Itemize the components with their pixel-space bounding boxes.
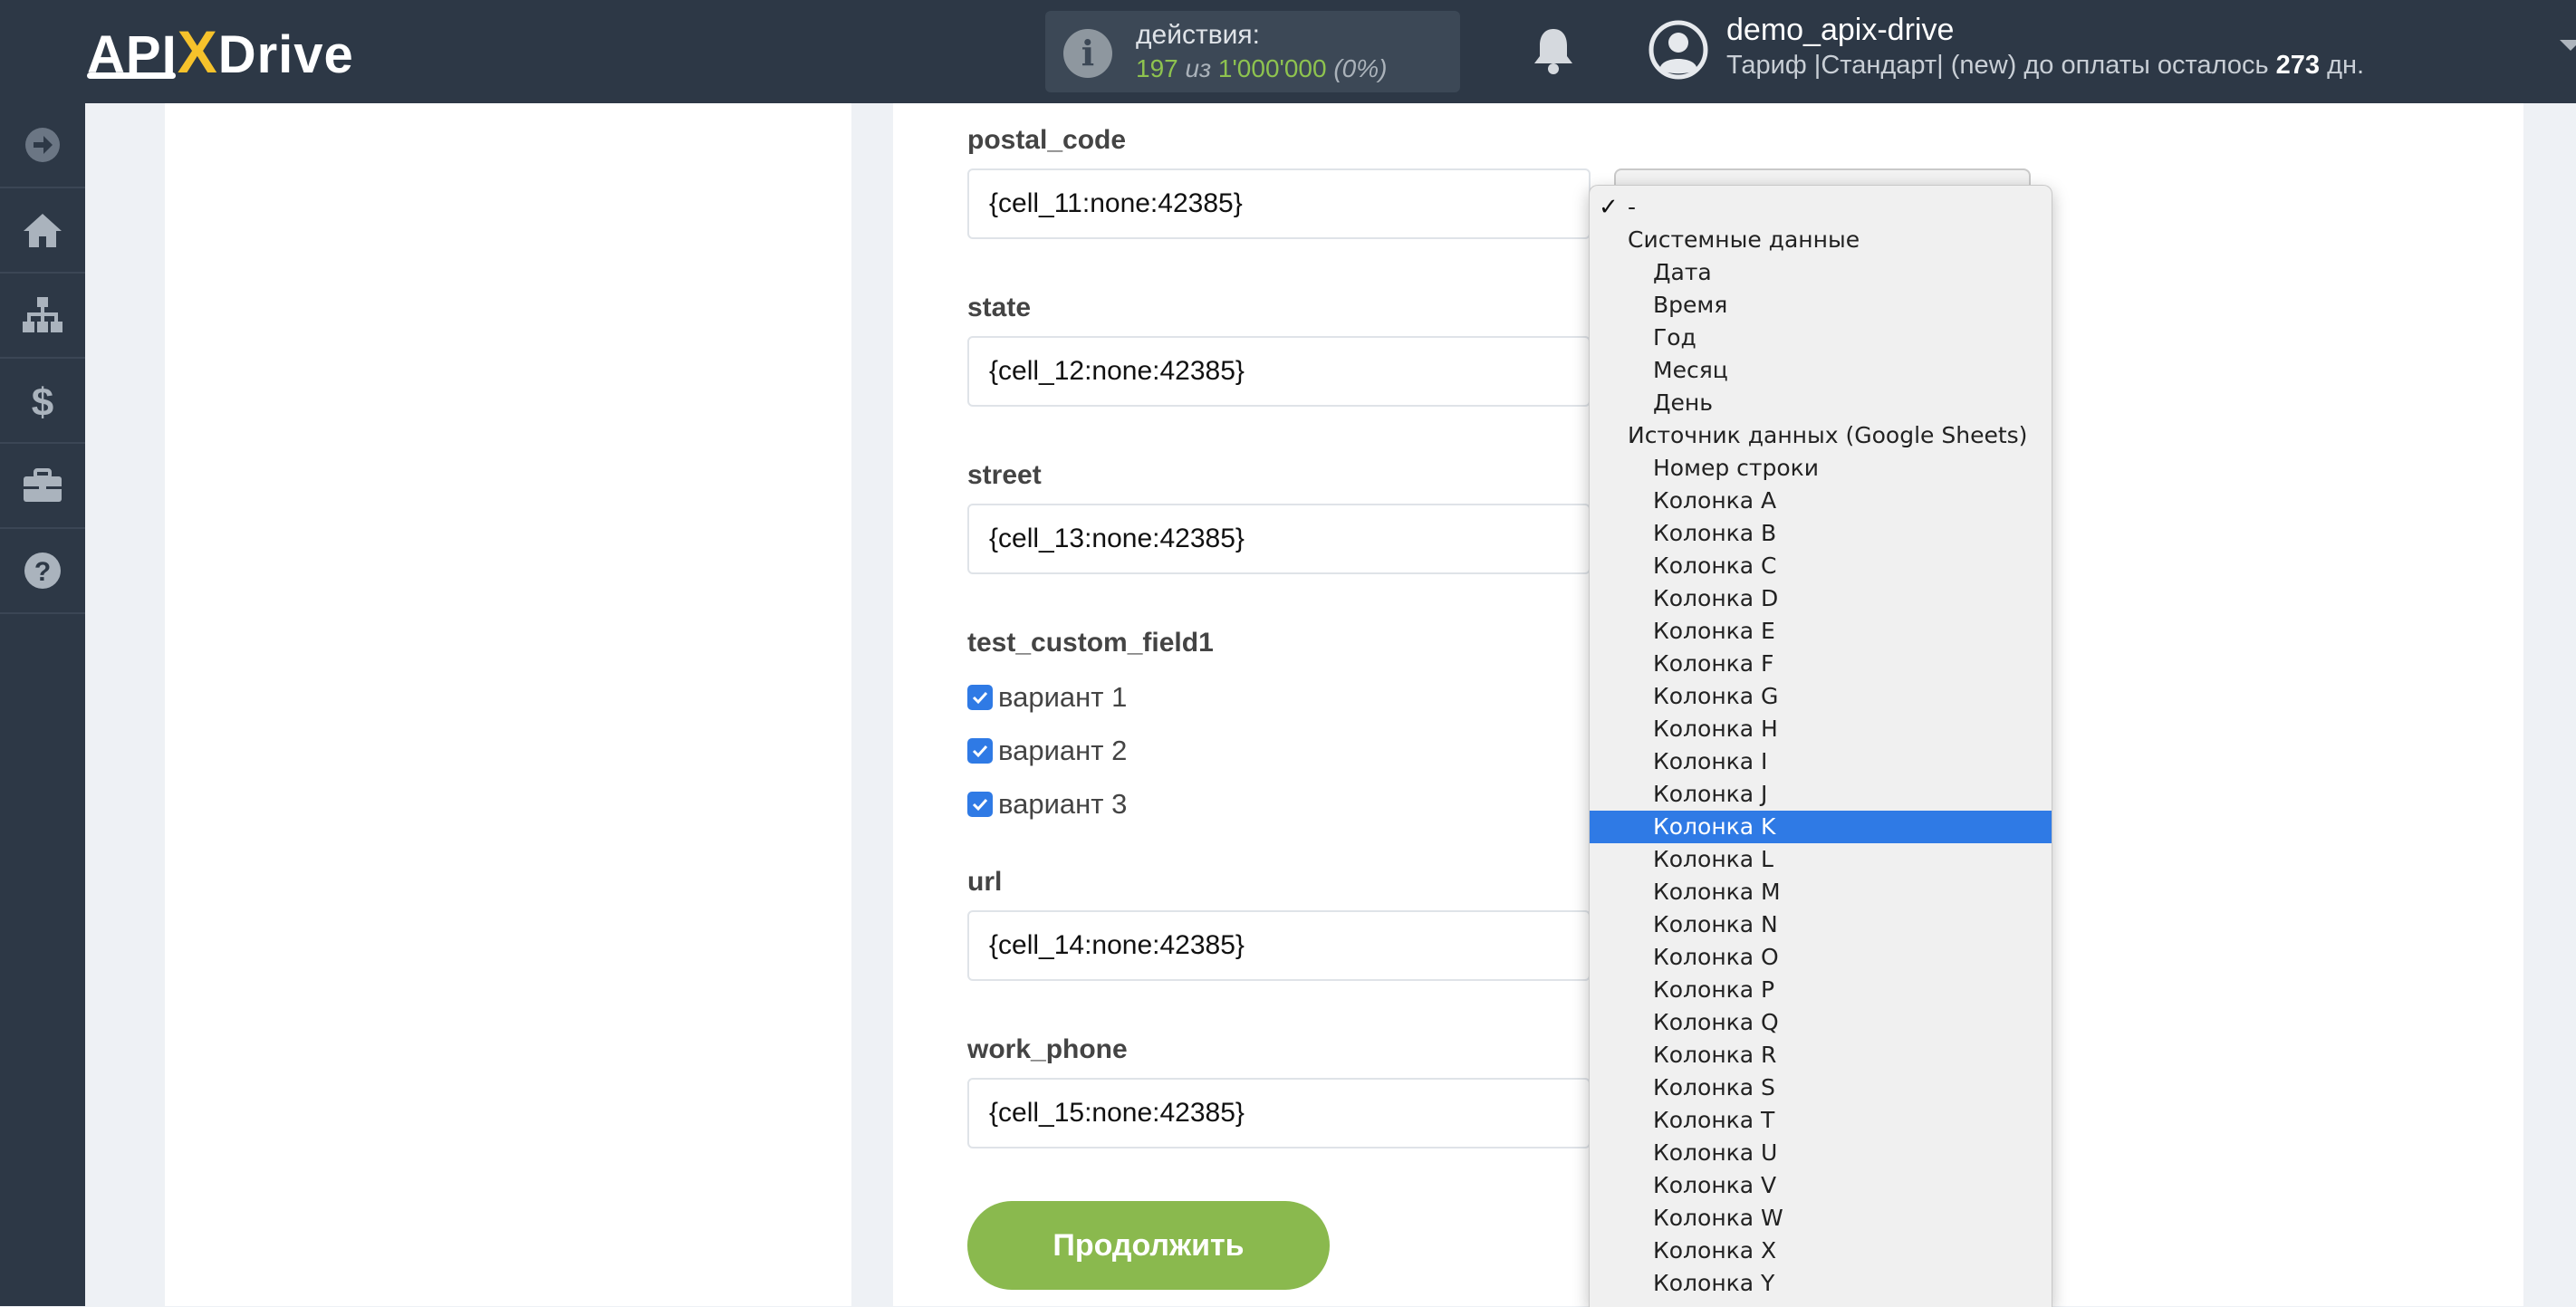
field-label-custom-field: test_custom_field1 [967, 628, 1214, 658]
sitemap-icon [23, 297, 62, 332]
tariff-days-unit: дн. [2327, 51, 2365, 80]
dropdown-option[interactable]: День [1590, 387, 2052, 419]
dropdown-option[interactable]: Колонка B [1590, 517, 2052, 550]
dropdown-option[interactable]: Номер строки [1590, 452, 2052, 485]
check-icon [972, 745, 988, 758]
continue-button[interactable]: Продолжить [967, 1201, 1330, 1290]
dropdown-option[interactable]: Колонка X [1590, 1235, 2052, 1267]
field-label-street: street [967, 460, 1042, 490]
sidebar-item-billing[interactable]: $ [0, 359, 85, 444]
dropdown-option[interactable]: Колонка D [1590, 582, 2052, 615]
svg-text:?: ? [34, 557, 51, 587]
actions-total: 1'000'000 [1217, 54, 1327, 82]
actions-of: из [1185, 54, 1212, 82]
sidebar-item-help[interactable]: ? [0, 529, 85, 614]
check-icon [972, 691, 988, 705]
dropdown-option[interactable]: Колонка E [1590, 615, 2052, 648]
option-label-3: вариант 3 [998, 788, 1128, 820]
dropdown-item-none[interactable]: ✓ - [1590, 191, 2052, 224]
actions-percent: (0%) [1333, 54, 1388, 82]
dropdown-option[interactable]: Колонка M [1590, 876, 2052, 908]
bell-icon[interactable] [1531, 25, 1576, 76]
url-input[interactable]: {cell_14:none:42385} [967, 910, 1591, 981]
chevron-down-icon[interactable] [2560, 40, 2576, 51]
dropdown-option[interactable]: Колонка V [1590, 1169, 2052, 1202]
dropdown-option[interactable]: Колонка J [1590, 778, 2052, 811]
dropdown-option[interactable]: Год [1590, 322, 2052, 354]
top-header: APIXDrive i действия: 197 из 1'000'000 (… [0, 0, 2576, 103]
sidebar-item-toggle[interactable] [0, 103, 85, 188]
dropdown-option[interactable]: Колонка F [1590, 648, 2052, 680]
dropdown-option[interactable]: Колонка U [1590, 1137, 2052, 1169]
work-phone-input[interactable]: {cell_15:none:42385} [967, 1078, 1591, 1148]
source-dropdown-list[interactable]: ✓ - Системные данные Дата Время Год Меся… [1589, 185, 2052, 1307]
sidebar: $ ? [0, 103, 85, 1306]
option-label-2: вариант 2 [998, 735, 1128, 766]
dropdown-option-highlighted[interactable]: Колонка K [1590, 811, 2052, 843]
dropdown-option[interactable]: Колонка R [1590, 1039, 2052, 1072]
dropdown-option[interactable]: Колонка Y [1590, 1267, 2052, 1300]
dropdown-option[interactable]: Колонка G [1590, 680, 2052, 713]
checkbox-option-1[interactable] [967, 685, 993, 710]
tariff-info: Тариф |Стандарт| (new) до оплаты осталос… [1726, 51, 2364, 81]
dropdown-option[interactable]: Колонка A [1590, 485, 2052, 517]
dropdown-option[interactable]: Колонка P [1590, 974, 2052, 1006]
dropdown-option[interactable]: Колонка N [1590, 908, 2052, 941]
checkmark-icon: ✓ [1599, 194, 1619, 221]
user-avatar-icon[interactable] [1648, 20, 1708, 80]
option-label-1: вариант 1 [998, 681, 1128, 713]
dropdown-option[interactable]: Месяц [1590, 354, 2052, 387]
dropdown-option[interactable]: Колонка Q [1590, 1006, 2052, 1039]
field-label-postal-code: postal_code [967, 125, 1127, 155]
dropdown-option[interactable]: Колонка S [1590, 1072, 2052, 1104]
actions-used: 197 [1136, 54, 1178, 82]
dropdown-option[interactable]: Время [1590, 289, 2052, 322]
actions-label: действия: [1136, 20, 1260, 50]
sidebar-item-home[interactable] [0, 188, 85, 274]
dropdown-option[interactable]: Колонка C [1590, 550, 2052, 582]
dollar-icon: $ [32, 380, 53, 421]
home-icon [24, 214, 62, 247]
logo-suffix: Drive [217, 25, 354, 84]
postal-code-input[interactable]: {cell_11:none:42385} [967, 168, 1591, 239]
logo-underline [87, 72, 176, 79]
dropdown-option[interactable]: Колонка I [1590, 745, 2052, 778]
tariff-days: 273 [2275, 51, 2321, 80]
field-label-work-phone: work_phone [967, 1034, 1128, 1064]
actions-count: 197 из 1'000'000 (0%) [1136, 54, 1387, 83]
dropdown-option[interactable]: Колонка T [1590, 1104, 2052, 1137]
checkbox-option-2[interactable] [967, 738, 993, 764]
info-icon: i [1063, 29, 1112, 78]
dropdown-option[interactable]: Колонка L [1590, 843, 2052, 876]
sidebar-item-services[interactable] [0, 444, 85, 529]
left-panel [165, 103, 851, 1306]
state-input[interactable]: {cell_12:none:42385} [967, 336, 1591, 407]
arrow-right-icon [25, 128, 60, 162]
street-input[interactable]: {cell_13:none:42385} [967, 504, 1591, 574]
dropdown-option[interactable]: Колонка H [1590, 713, 2052, 745]
dropdown-option[interactable]: Колонка W [1590, 1202, 2052, 1235]
svg-text:$: $ [32, 380, 53, 421]
help-icon: ? [24, 553, 61, 589]
dropdown-option[interactable]: Дата [1590, 256, 2052, 289]
tariff-text: Тариф |Стандарт| (new) до оплаты осталос… [1726, 51, 2269, 80]
logo-x: X [177, 18, 218, 85]
dropdown-group-google-sheets: Источник данных (Google Sheets) [1628, 422, 2028, 448]
field-label-url: url [967, 867, 1003, 897]
field-label-state: state [967, 293, 1032, 322]
username[interactable]: demo_apix-drive [1726, 13, 1954, 48]
briefcase-icon [24, 468, 62, 502]
dropdown-option[interactable]: Колонка O [1590, 941, 2052, 974]
dropdown-item-none-label: - [1628, 194, 1637, 220]
dropdown-group-system: Системные данные [1628, 226, 1860, 253]
check-icon [972, 798, 988, 812]
sidebar-item-connections[interactable] [0, 274, 85, 359]
checkbox-option-3[interactable] [967, 792, 993, 817]
actions-counter: i действия: 197 из 1'000'000 (0%) [1045, 11, 1460, 92]
